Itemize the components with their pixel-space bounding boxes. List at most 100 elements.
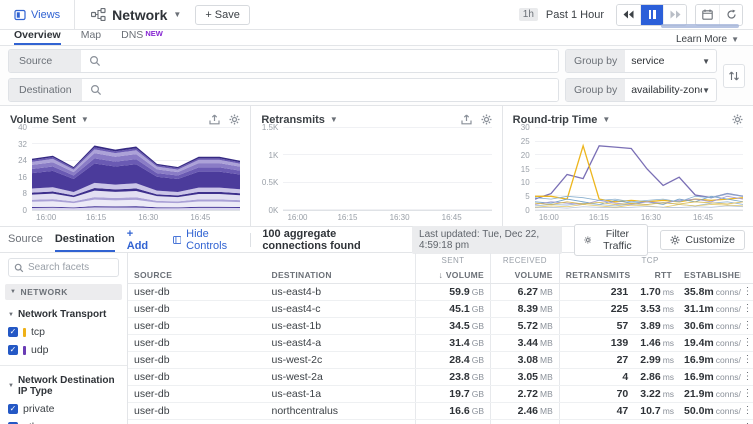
learn-more-button[interactable]: Learn More ▼ bbox=[676, 34, 739, 45]
checkbox-checked[interactable]: ✓ bbox=[8, 345, 18, 355]
facet-color-bar bbox=[23, 327, 26, 337]
value: 139 bbox=[610, 336, 629, 349]
facet-search-field[interactable] bbox=[8, 258, 119, 277]
tab-map[interactable]: Map bbox=[81, 29, 101, 45]
retransmits-panel: Retransmits ▼ 0K 0.5K 1K 1.5K 16:00 16:15 16:… bbox=[251, 106, 503, 226]
row-menu-button[interactable]: ⋮ bbox=[740, 368, 753, 386]
cell-destination: us-east-1b bbox=[265, 317, 416, 335]
filter-traffic-label: Filter Traffic bbox=[603, 227, 632, 252]
table-row[interactable]: user-db us-west-2a 23.8 GB 3.05 MB 4 2.86 ms 16.9… bbox=[128, 368, 753, 386]
destination-search-input[interactable] bbox=[109, 79, 558, 101]
last-updated-badge: Last updated: Tue, Dec 22, 4:59:18 pm bbox=[412, 225, 562, 254]
save-button[interactable]: + Save bbox=[195, 4, 250, 25]
source-search-field[interactable]: Source bbox=[8, 49, 559, 73]
source-group-by-select[interactable]: Group by service ▼ bbox=[565, 49, 717, 73]
table-row[interactable]: user-db us-east4-b 59.9 GB 6.27 MB 231 1.70 ms 35… bbox=[128, 283, 753, 301]
table-row[interactable]: user-db us-east4-a 31.4 GB 3.44 MB 139 1.46 ms 19… bbox=[128, 334, 753, 352]
filter-traffic-button[interactable]: Filter Traffic bbox=[573, 223, 649, 256]
destination-search-field[interactable]: Destination bbox=[8, 78, 559, 102]
row-menu-button[interactable]: ⋮ bbox=[740, 351, 753, 369]
gear-icon[interactable] bbox=[481, 114, 492, 125]
row-menu-button[interactable]: ⋮ bbox=[740, 317, 753, 335]
facet-search-input[interactable] bbox=[28, 262, 113, 273]
export-icon[interactable] bbox=[461, 114, 472, 125]
tab-overview[interactable]: Overview bbox=[14, 29, 61, 45]
column-header-retransmits[interactable]: RETRANSMITS bbox=[558, 267, 635, 284]
row-menu-button[interactable]: ⋮ bbox=[740, 334, 753, 352]
scrollbar-thumb[interactable] bbox=[661, 24, 739, 28]
jump-back-icon bbox=[623, 10, 634, 19]
table-row-partial[interactable]: ⋮ bbox=[128, 419, 753, 424]
tab-source[interactable]: Source bbox=[8, 227, 43, 252]
row-menu-button[interactable]: ⋮ bbox=[740, 283, 753, 301]
column-header-destination[interactable]: DESTINATION bbox=[265, 267, 416, 284]
facet-group-title[interactable]: ▼ Network Transport bbox=[8, 309, 119, 320]
hide-controls-button[interactable]: Hide Controls bbox=[172, 228, 238, 252]
table-row[interactable]: user-db us-west-2c 28.4 GB 3.08 MB 27 2.99 ms 16.… bbox=[128, 351, 753, 369]
y-axis-label: 5 bbox=[525, 192, 530, 202]
value: 50.0m bbox=[684, 404, 714, 417]
tab-dns[interactable]: DNS NEW bbox=[121, 29, 163, 45]
time-range-badge[interactable]: 1h bbox=[518, 8, 538, 21]
refresh-button[interactable] bbox=[719, 4, 742, 25]
time-range-label: Past 1 Hour bbox=[545, 8, 604, 21]
views-button[interactable]: Views bbox=[0, 0, 76, 29]
cell-volume-received: 5.72 MB bbox=[490, 317, 560, 335]
divider bbox=[0, 365, 127, 366]
column-header-source[interactable]: SOURCE bbox=[128, 267, 266, 284]
swap-source-destination-button[interactable] bbox=[723, 63, 745, 88]
row-menu-button[interactable]: ⋮ bbox=[740, 419, 753, 424]
facet-item-private[interactable]: ✓ private bbox=[8, 403, 119, 415]
column-header-rtt[interactable]: RTT bbox=[634, 267, 678, 284]
column-header-volume-received[interactable]: VOLUME bbox=[490, 267, 560, 284]
tab-destination[interactable]: Destination bbox=[54, 227, 115, 252]
row-menu-button[interactable]: ⋮ bbox=[740, 402, 753, 420]
facet-section-network[interactable]: ▼ NETWORK bbox=[5, 284, 122, 300]
views-icon bbox=[14, 9, 26, 20]
jump-forward-button[interactable] bbox=[663, 4, 686, 25]
table-row[interactable]: user-db northcentralus 16.6 GB 2.46 MB 47 10.7 m… bbox=[128, 402, 753, 420]
unit: GB bbox=[471, 388, 484, 399]
gear-icon[interactable] bbox=[229, 114, 240, 125]
unit: MB bbox=[540, 303, 553, 314]
add-tab-button[interactable]: + Add bbox=[127, 228, 151, 252]
table-row[interactable]: user-db us-east4-c 45.1 GB 8.39 MB 225 3.53 ms 31… bbox=[128, 300, 753, 318]
customize-button[interactable]: Customize bbox=[660, 229, 745, 250]
cell-source: user-db bbox=[128, 283, 266, 301]
checkbox-checked[interactable]: ✓ bbox=[8, 327, 18, 337]
cell-established: 21.9mconns/s bbox=[678, 385, 741, 403]
chevron-down-icon[interactable]: ▼ bbox=[330, 115, 338, 124]
destination-group-by-select[interactable]: Group by availability-zone ▼ bbox=[565, 78, 717, 102]
chevron-down-icon[interactable]: ▼ bbox=[81, 115, 89, 124]
facet-item-tcp[interactable]: ✓ tcp bbox=[8, 326, 119, 338]
unit: ms bbox=[662, 388, 675, 399]
column-header-volume-sent[interactable]: ↓ VOLUME bbox=[415, 267, 491, 284]
checkbox-checked[interactable]: ✓ bbox=[8, 404, 18, 414]
page-title-group[interactable]: Network ▼ bbox=[83, 7, 181, 23]
calendar-button[interactable] bbox=[696, 4, 719, 25]
export-icon[interactable] bbox=[209, 114, 220, 125]
jump-back-button[interactable] bbox=[617, 4, 640, 25]
unit: ms bbox=[662, 405, 675, 416]
value: 34.5 bbox=[449, 319, 470, 332]
table-row[interactable]: user-db us-east-1b 34.5 GB 5.72 MB 57 3.89 ms 30.… bbox=[128, 317, 753, 335]
gear-icon[interactable] bbox=[732, 114, 743, 125]
group-header-received: RECEIVED bbox=[490, 253, 560, 267]
facet-group-title[interactable]: ▼ Network Destination IP Type bbox=[8, 375, 119, 397]
connections-table: SENT RECEIVED TCP SOURCE DESTINATION ↓ VOLUME… bbox=[128, 253, 753, 424]
chevron-down-icon[interactable]: ▼ bbox=[602, 115, 610, 124]
column-header-established[interactable]: ESTABLISHED C... bbox=[678, 267, 741, 284]
table-row[interactable]: user-db us-east-1a 19.7 GB 2.72 MB 70 3.22 ms 21.… bbox=[128, 385, 753, 403]
facet-item-label: udp bbox=[31, 344, 49, 356]
cell-empty bbox=[415, 419, 491, 424]
facet-item-udp[interactable]: ✓ udp bbox=[8, 344, 119, 356]
unit: MB bbox=[540, 286, 553, 297]
x-axis-label: 16:00 bbox=[538, 213, 559, 222]
unit: MB bbox=[540, 320, 553, 331]
value: 19.4m bbox=[684, 336, 714, 349]
row-menu-button[interactable]: ⋮ bbox=[740, 300, 753, 318]
pause-button[interactable] bbox=[640, 4, 663, 25]
row-menu-button[interactable]: ⋮ bbox=[740, 385, 753, 403]
source-search-input[interactable] bbox=[109, 50, 558, 72]
cell-established: 16.9mconns/s bbox=[678, 368, 741, 386]
